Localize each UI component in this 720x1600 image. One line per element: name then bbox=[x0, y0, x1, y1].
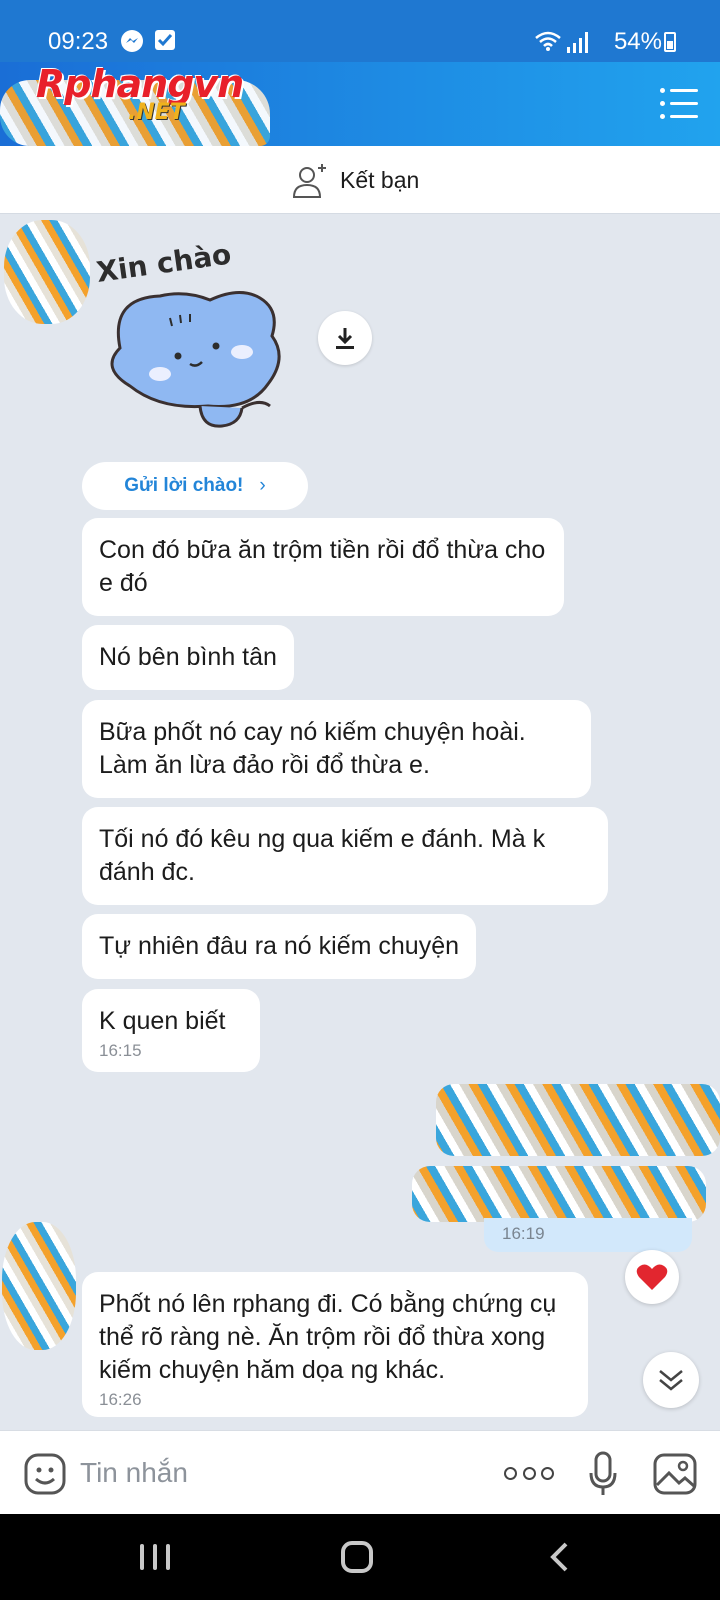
download-sticker-button[interactable] bbox=[318, 311, 372, 365]
site-logo[interactable]: Rphangvn .NET bbox=[0, 62, 280, 146]
avatar[interactable] bbox=[4, 220, 90, 324]
add-friend-button[interactable]: Kết bạn bbox=[292, 160, 419, 200]
system-nav-bar bbox=[0, 1514, 720, 1600]
cat-sticker-image: Xin chào bbox=[94, 237, 281, 428]
double-chevron-down-icon bbox=[659, 1370, 683, 1391]
add-friend-label: Kết bạn bbox=[340, 166, 420, 193]
reaction-button[interactable] bbox=[625, 1250, 679, 1304]
message-time: 16:26 bbox=[99, 1390, 142, 1409]
message-input-bar bbox=[0, 1430, 720, 1514]
app-header: Rphangvn .NET bbox=[0, 62, 720, 146]
heart-icon bbox=[636, 1264, 668, 1290]
more-options-icon[interactable] bbox=[504, 1465, 554, 1481]
battery-icon bbox=[664, 32, 676, 52]
status-time: 09:23 bbox=[48, 28, 109, 55]
avatar[interactable] bbox=[2, 1222, 76, 1350]
message-text: Phốt nó lên rphang đi. Có bằng chứng cụ … bbox=[99, 1290, 557, 1384]
message-text: Tự nhiên đâu ra nó kiếm chuyện bbox=[99, 932, 459, 960]
home-button[interactable] bbox=[341, 1541, 373, 1573]
message-text: Con đó bữa ăn trộm tiền rồi đổ thừa cho … bbox=[99, 536, 546, 597]
add-friend-bar: Kết bạn bbox=[0, 146, 720, 214]
sent-message-time: 16:19 bbox=[502, 1224, 545, 1243]
message-text: Bữa phốt nó cay nó kiếm chuyện hoài. Làm… bbox=[99, 718, 526, 779]
messenger-icon bbox=[121, 30, 143, 52]
wifi-icon bbox=[535, 31, 561, 51]
scroll-to-bottom-button[interactable] bbox=[643, 1352, 699, 1408]
add-friend-icon bbox=[292, 164, 326, 198]
chevron-right-icon: › bbox=[259, 475, 266, 496]
menu-icon[interactable] bbox=[660, 86, 698, 122]
signal-icon bbox=[567, 32, 588, 53]
greeting-sticker[interactable]: Xin chào bbox=[90, 237, 310, 438]
status-bar: 09:23 54% bbox=[0, 0, 720, 62]
emoji-icon[interactable] bbox=[24, 1453, 66, 1495]
message-input[interactable] bbox=[80, 1447, 460, 1499]
message-bubble[interactable]: Tự nhiên đâu ra nó kiếm chuyện bbox=[82, 914, 476, 979]
message-bubble[interactable]: Bữa phốt nó cay nó kiếm chuyện hoài. Làm… bbox=[82, 700, 591, 798]
check-notification-icon bbox=[155, 30, 175, 50]
logo-suffix: .NET bbox=[128, 100, 185, 125]
download-icon bbox=[336, 328, 354, 349]
message-text: K quen biết bbox=[99, 1007, 226, 1035]
message-text: Tối nó đó kêu ng qua kiếm e đánh. Mà k đ… bbox=[99, 825, 546, 886]
message-text: Nó bên bình tân bbox=[99, 643, 277, 671]
message-bubble[interactable]: Phốt nó lên rphang đi. Có bằng chứng cụ … bbox=[82, 1272, 588, 1417]
message-bubble[interactable]: Nó bên bình tân bbox=[82, 625, 294, 690]
message-bubble[interactable]: Tối nó đó kêu ng qua kiếm e đánh. Mà k đ… bbox=[82, 807, 608, 905]
image-icon[interactable] bbox=[653, 1453, 697, 1495]
message-time: 16:15 bbox=[99, 1041, 142, 1060]
back-button[interactable] bbox=[548, 1542, 570, 1572]
send-greeting-label: Gửi lời chào! bbox=[124, 475, 244, 496]
send-greeting-button[interactable]: Gửi lời chào! › bbox=[82, 462, 308, 510]
message-bubble[interactable]: K quen biết 16:15 bbox=[82, 989, 260, 1072]
sticker-text: Xin chào bbox=[94, 238, 233, 289]
microphone-icon[interactable] bbox=[588, 1451, 618, 1497]
message-bubble[interactable]: Con đó bữa ăn trộm tiền rồi đổ thừa cho … bbox=[82, 518, 564, 616]
recent-apps-button[interactable] bbox=[140, 1544, 170, 1570]
battery-percent: 54% bbox=[613, 28, 662, 55]
sent-message-obscured[interactable] bbox=[412, 1166, 706, 1222]
sent-message-obscured[interactable] bbox=[436, 1084, 720, 1156]
